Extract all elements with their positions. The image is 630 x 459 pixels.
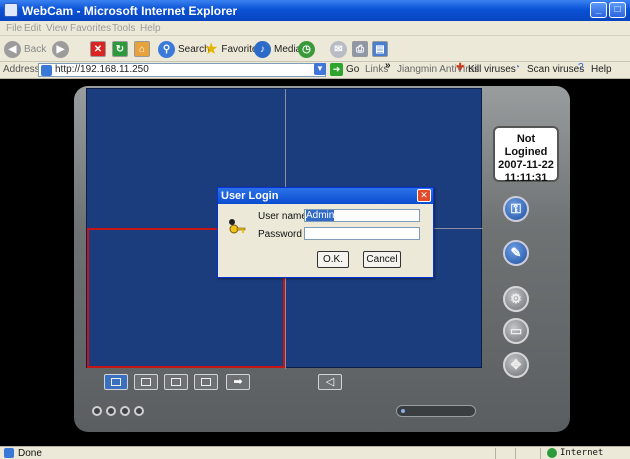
- edit-button[interactable]: ▤: [372, 39, 388, 59]
- media-icon: ♪: [254, 40, 271, 58]
- status-divider: [540, 448, 541, 459]
- print-button[interactable]: ⎙: [352, 39, 368, 59]
- scan-viruses-icon: ◔: [514, 62, 521, 73]
- internet-zone-icon: [547, 448, 557, 458]
- title-bar: WebCam - Microsoft Internet Explorer _ □: [0, 0, 630, 21]
- menu-edit[interactable]: Edit: [24, 23, 41, 34]
- back-button[interactable]: ◀ Back: [4, 39, 46, 59]
- go-button[interactable]: ➜ Go: [330, 63, 359, 76]
- search-icon: ⚲: [158, 40, 175, 58]
- favorites-star-icon: ★: [204, 41, 219, 58]
- channel-dot[interactable]: [120, 406, 130, 416]
- username-value: Admin: [306, 210, 335, 221]
- dialog-title-bar: User Login: [218, 188, 433, 204]
- camera-icon[interactable]: ▭: [503, 318, 529, 344]
- refresh-icon: ↻: [112, 41, 128, 57]
- channel-indicators: [92, 406, 144, 416]
- password-label: Password: [258, 229, 302, 240]
- username-field[interactable]: Admin: [304, 209, 420, 222]
- username-label: User name: [258, 211, 307, 222]
- edit-page-icon: ▤: [372, 41, 388, 57]
- home-button[interactable]: ⌂: [134, 39, 150, 59]
- maximize-button[interactable]: □: [609, 2, 626, 18]
- single-view-icon[interactable]: [104, 374, 128, 390]
- refresh-button[interactable]: ↻: [112, 39, 128, 59]
- address-url: http://192.168.11.250: [55, 64, 149, 75]
- back-label: Back: [24, 43, 47, 55]
- mail-button[interactable]: ✉: [330, 39, 347, 59]
- status-time: 11:11:31: [504, 172, 548, 184]
- link-jiangmin[interactable]: Jiangmin AntiVirus: [397, 64, 479, 75]
- security-zone: Internet: [560, 448, 604, 458]
- address-input[interactable]: http://192.168.11.250: [38, 63, 326, 77]
- stop-button[interactable]: ✕: [90, 39, 106, 59]
- ok-button[interactable]: O.K.: [317, 251, 349, 268]
- window-title: WebCam - Microsoft Internet Explorer: [22, 4, 238, 18]
- menu-file[interactable]: File: [6, 23, 22, 34]
- address-label: Address: [3, 64, 40, 75]
- status-date: 2007-11-22: [498, 159, 554, 171]
- menu-view[interactable]: View: [46, 23, 68, 34]
- history-icon: ◷: [298, 40, 315, 58]
- cancel-button[interactable]: Cancel: [363, 251, 401, 268]
- status-text: Done: [18, 448, 42, 459]
- forward-arrow-icon: ▶: [52, 40, 69, 58]
- quad-view-icon[interactable]: [134, 374, 158, 390]
- volume-slider[interactable]: [396, 405, 476, 417]
- print-icon: ⎙: [352, 41, 368, 57]
- go-label: Go: [346, 64, 360, 75]
- channel-dot[interactable]: [92, 406, 102, 416]
- status-divider: [515, 448, 516, 459]
- key-icon[interactable]: ⚿: [503, 196, 529, 222]
- channel-dot[interactable]: [134, 406, 144, 416]
- help-icon: ?: [578, 62, 584, 73]
- menu-bar: File Edit View Favorites Tools Help: [0, 21, 630, 36]
- forward-button[interactable]: ▶: [52, 39, 69, 59]
- login-status: Not Logined: [504, 133, 548, 158]
- home-icon: ⌂: [134, 41, 150, 57]
- back-arrow-icon: ◀: [4, 40, 21, 58]
- done-page-icon: [4, 448, 14, 458]
- volume-slider-thumb[interactable]: [401, 409, 405, 413]
- menu-help[interactable]: Help: [140, 23, 161, 34]
- dialog-title: User Login: [221, 190, 279, 202]
- channel-dot[interactable]: [106, 406, 116, 416]
- next-arrow-icon[interactable]: ➡: [226, 374, 250, 390]
- minimize-button[interactable]: _: [590, 2, 607, 18]
- address-dropdown-icon[interactable]: ▼: [314, 63, 326, 75]
- sixteen-view-icon[interactable]: [194, 374, 218, 390]
- address-bar: Address http://192.168.11.250 ▼ ➜ Go Lin…: [0, 60, 630, 79]
- audio-icon[interactable]: ◁: [318, 374, 342, 390]
- go-arrow-icon: ➜: [330, 63, 343, 76]
- stop-icon: ✕: [90, 41, 106, 57]
- links-chevron-icon[interactable]: »: [385, 60, 391, 71]
- link-kill-viruses[interactable]: Kill viruses: [468, 64, 516, 75]
- view-mode-bar: ➡ ◁: [86, 372, 482, 392]
- login-dialog: User Login ✕ User name Admin Password O.…: [217, 187, 434, 278]
- page-icon: [41, 65, 52, 76]
- menu-tools[interactable]: Tools: [112, 23, 135, 34]
- wrench-icon[interactable]: ✎: [503, 240, 529, 266]
- search-button[interactable]: ⚲ Search: [158, 39, 210, 59]
- link-scan-viruses[interactable]: Scan viruses: [527, 64, 584, 75]
- login-key-icon: [229, 219, 246, 234]
- password-field[interactable]: [304, 227, 420, 240]
- ie-app-icon: [4, 3, 18, 17]
- media-button[interactable]: ♪ Media: [254, 39, 301, 59]
- ptz-icon[interactable]: ✥: [503, 352, 529, 378]
- nine-view-icon[interactable]: [164, 374, 188, 390]
- kill-viruses-icon: ✚: [456, 62, 465, 73]
- settings-icon[interactable]: ⚙: [503, 286, 529, 312]
- mail-icon: ✉: [330, 40, 347, 58]
- history-button[interactable]: ◷: [298, 39, 315, 59]
- link-help[interactable]: Help: [591, 64, 612, 75]
- login-status-panel: Not Logined 2007-11-22 11:11:31: [493, 126, 559, 184]
- browser-toolbar: ◀ Back ▶ ✕ ↻ ⌂ ⚲ Search ★ Favorites ♪ Me…: [0, 36, 630, 62]
- menu-favorites[interactable]: Favorites: [70, 23, 111, 34]
- dialog-close-button[interactable]: ✕: [417, 189, 431, 202]
- status-divider: [495, 448, 496, 459]
- status-bar: Done Internet: [0, 446, 630, 459]
